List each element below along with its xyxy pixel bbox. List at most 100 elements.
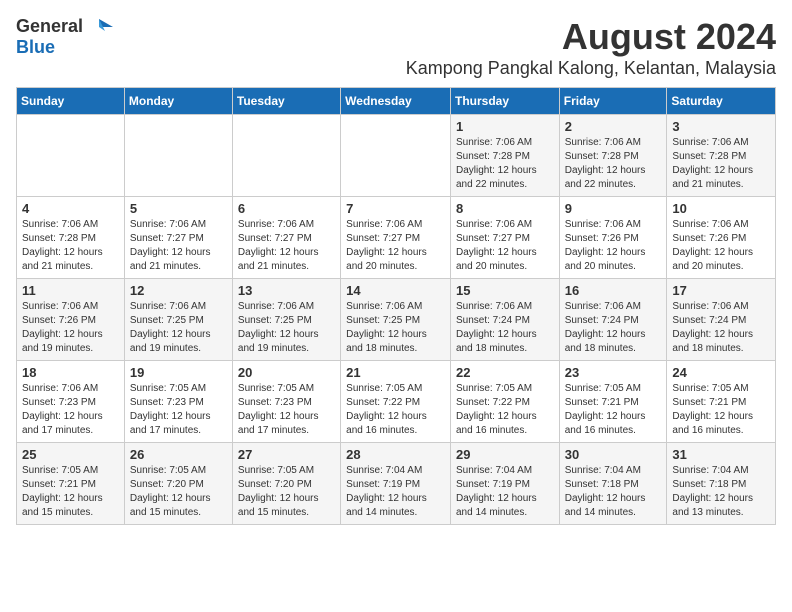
day-number: 24 xyxy=(672,365,770,380)
day-info: Sunrise: 7:06 AM Sunset: 7:25 PM Dayligh… xyxy=(346,300,445,356)
header-cell-saturday: Saturday xyxy=(667,88,776,115)
day-info: Sunrise: 7:06 AM Sunset: 7:27 PM Dayligh… xyxy=(346,218,445,274)
day-info: Sunrise: 7:05 AM Sunset: 7:21 PM Dayligh… xyxy=(565,382,662,438)
day-number: 1 xyxy=(456,119,554,134)
day-number: 22 xyxy=(456,365,554,380)
day-info: Sunrise: 7:06 AM Sunset: 7:24 PM Dayligh… xyxy=(672,300,770,356)
week-row-4: 18Sunrise: 7:06 AM Sunset: 7:23 PM Dayli… xyxy=(17,361,776,443)
logo: General Blue xyxy=(16,16,113,58)
month-title: August 2024 xyxy=(406,16,776,58)
day-number: 23 xyxy=(565,365,662,380)
day-info: Sunrise: 7:06 AM Sunset: 7:28 PM Dayligh… xyxy=(22,218,119,274)
day-cell xyxy=(124,115,232,197)
day-info: Sunrise: 7:05 AM Sunset: 7:20 PM Dayligh… xyxy=(238,464,335,520)
day-cell: 3 Sunrise: 7:06 AM Sunset: 7:28 PM Daylig… xyxy=(667,115,776,197)
day-cell xyxy=(17,115,125,197)
day-cell: 26Sunrise: 7:05 AM Sunset: 7:20 PM Dayli… xyxy=(124,443,232,525)
header-cell-friday: Friday xyxy=(559,88,667,115)
day-info: Sunrise: 7:05 AM Sunset: 7:22 PM Dayligh… xyxy=(346,382,445,438)
day-number: 30 xyxy=(565,447,662,462)
day-info: Sunrise: 7:06 AM Sunset: 7:27 PM Dayligh… xyxy=(238,218,335,274)
day-info: Sunrise: 7:05 AM Sunset: 7:23 PM Dayligh… xyxy=(238,382,335,438)
day-cell: 21 Sunrise: 7:05 AM Sunset: 7:22 PM Dayli… xyxy=(341,361,451,443)
day-info: Sunrise: 7:06 AM Sunset: 7:24 PM Dayligh… xyxy=(565,300,662,356)
header-cell-wednesday: Wednesday xyxy=(341,88,451,115)
day-number: 5 xyxy=(130,201,227,216)
day-number: 19 xyxy=(130,365,227,380)
day-cell: 18Sunrise: 7:06 AM Sunset: 7:23 PM Dayli… xyxy=(17,361,125,443)
day-cell: 16 Sunrise: 7:06 AM Sunset: 7:24 PM Dayli… xyxy=(559,279,667,361)
day-number: 4 xyxy=(22,201,119,216)
day-info: Sunrise: 7:06 AM Sunset: 7:27 PM Dayligh… xyxy=(456,218,554,274)
day-number: 14 xyxy=(346,283,445,298)
day-cell: 25 Sunrise: 7:05 AM Sunset: 7:21 PM Dayli… xyxy=(17,443,125,525)
day-cell: 9Sunrise: 7:06 AM Sunset: 7:26 PM Daylig… xyxy=(559,197,667,279)
day-number: 8 xyxy=(456,201,554,216)
day-number: 11 xyxy=(22,283,119,298)
day-cell: 19 Sunrise: 7:05 AM Sunset: 7:23 PM Dayli… xyxy=(124,361,232,443)
day-number: 25 xyxy=(22,447,119,462)
day-info: Sunrise: 7:06 AM Sunset: 7:23 PM Dayligh… xyxy=(22,382,119,438)
day-cell: 14 Sunrise: 7:06 AM Sunset: 7:25 PM Dayli… xyxy=(341,279,451,361)
header-row: SundayMondayTuesdayWednesdayThursdayFrid… xyxy=(17,88,776,115)
week-row-3: 11 Sunrise: 7:06 AM Sunset: 7:26 PM Dayli… xyxy=(17,279,776,361)
day-info: Sunrise: 7:06 AM Sunset: 7:28 PM Dayligh… xyxy=(672,136,770,192)
day-number: 17 xyxy=(672,283,770,298)
day-cell: 12 Sunrise: 7:06 AM Sunset: 7:25 PM Dayli… xyxy=(124,279,232,361)
day-number: 15 xyxy=(456,283,554,298)
day-number: 26 xyxy=(130,447,227,462)
day-info: Sunrise: 7:05 AM Sunset: 7:23 PM Dayligh… xyxy=(130,382,227,438)
title-block: August 2024 Kampong Pangkal Kalong, Kela… xyxy=(406,16,776,79)
day-info: Sunrise: 7:05 AM Sunset: 7:21 PM Dayligh… xyxy=(22,464,119,520)
page-header: General Blue August 2024 Kampong Pangkal… xyxy=(16,16,776,79)
day-cell: 31 Sunrise: 7:04 AM Sunset: 7:18 PM Dayli… xyxy=(667,443,776,525)
day-info: Sunrise: 7:04 AM Sunset: 7:18 PM Dayligh… xyxy=(565,464,662,520)
day-info: Sunrise: 7:05 AM Sunset: 7:21 PM Dayligh… xyxy=(672,382,770,438)
day-info: Sunrise: 7:06 AM Sunset: 7:25 PM Dayligh… xyxy=(130,300,227,356)
header-cell-monday: Monday xyxy=(124,88,232,115)
day-number: 31 xyxy=(672,447,770,462)
day-info: Sunrise: 7:04 AM Sunset: 7:19 PM Dayligh… xyxy=(346,464,445,520)
day-info: Sunrise: 7:04 AM Sunset: 7:19 PM Dayligh… xyxy=(456,464,554,520)
day-cell: 7 Sunrise: 7:06 AM Sunset: 7:27 PM Daylig… xyxy=(341,197,451,279)
day-number: 7 xyxy=(346,201,445,216)
header-cell-sunday: Sunday xyxy=(17,88,125,115)
day-info: Sunrise: 7:06 AM Sunset: 7:26 PM Dayligh… xyxy=(22,300,119,356)
day-cell xyxy=(341,115,451,197)
day-cell xyxy=(232,115,340,197)
day-cell: 23 Sunrise: 7:05 AM Sunset: 7:21 PM Dayli… xyxy=(559,361,667,443)
day-info: Sunrise: 7:06 AM Sunset: 7:25 PM Dayligh… xyxy=(238,300,335,356)
day-cell: 1 Sunrise: 7:06 AM Sunset: 7:28 PM Daylig… xyxy=(450,115,559,197)
day-cell: 11 Sunrise: 7:06 AM Sunset: 7:26 PM Dayli… xyxy=(17,279,125,361)
week-row-5: 25 Sunrise: 7:05 AM Sunset: 7:21 PM Dayli… xyxy=(17,443,776,525)
day-cell: 15Sunrise: 7:06 AM Sunset: 7:24 PM Dayli… xyxy=(450,279,559,361)
day-number: 21 xyxy=(346,365,445,380)
day-cell: 8 Sunrise: 7:06 AM Sunset: 7:27 PM Daylig… xyxy=(450,197,559,279)
day-cell: 22Sunrise: 7:05 AM Sunset: 7:22 PM Dayli… xyxy=(450,361,559,443)
logo-general-text: General xyxy=(16,16,83,37)
logo-blue-text: Blue xyxy=(16,37,55,57)
day-cell: 30 Sunrise: 7:04 AM Sunset: 7:18 PM Dayli… xyxy=(559,443,667,525)
header-cell-tuesday: Tuesday xyxy=(232,88,340,115)
day-info: Sunrise: 7:06 AM Sunset: 7:26 PM Dayligh… xyxy=(565,218,662,274)
day-number: 3 xyxy=(672,119,770,134)
day-number: 29 xyxy=(456,447,554,462)
day-cell: 5 Sunrise: 7:06 AM Sunset: 7:27 PM Daylig… xyxy=(124,197,232,279)
day-number: 2 xyxy=(565,119,662,134)
day-number: 12 xyxy=(130,283,227,298)
day-cell: 20 Sunrise: 7:05 AM Sunset: 7:23 PM Dayli… xyxy=(232,361,340,443)
day-info: Sunrise: 7:06 AM Sunset: 7:28 PM Dayligh… xyxy=(565,136,662,192)
day-number: 10 xyxy=(672,201,770,216)
day-info: Sunrise: 7:04 AM Sunset: 7:18 PM Dayligh… xyxy=(672,464,770,520)
day-number: 20 xyxy=(238,365,335,380)
day-info: Sunrise: 7:06 AM Sunset: 7:26 PM Dayligh… xyxy=(672,218,770,274)
location-title: Kampong Pangkal Kalong, Kelantan, Malays… xyxy=(406,58,776,79)
day-cell: 28Sunrise: 7:04 AM Sunset: 7:19 PM Dayli… xyxy=(341,443,451,525)
day-cell: 13Sunrise: 7:06 AM Sunset: 7:25 PM Dayli… xyxy=(232,279,340,361)
day-number: 27 xyxy=(238,447,335,462)
day-number: 16 xyxy=(565,283,662,298)
day-info: Sunrise: 7:06 AM Sunset: 7:28 PM Dayligh… xyxy=(456,136,554,192)
day-info: Sunrise: 7:06 AM Sunset: 7:27 PM Dayligh… xyxy=(130,218,227,274)
day-cell: 29 Sunrise: 7:04 AM Sunset: 7:19 PM Dayli… xyxy=(450,443,559,525)
calendar-table: SundayMondayTuesdayWednesdayThursdayFrid… xyxy=(16,87,776,525)
